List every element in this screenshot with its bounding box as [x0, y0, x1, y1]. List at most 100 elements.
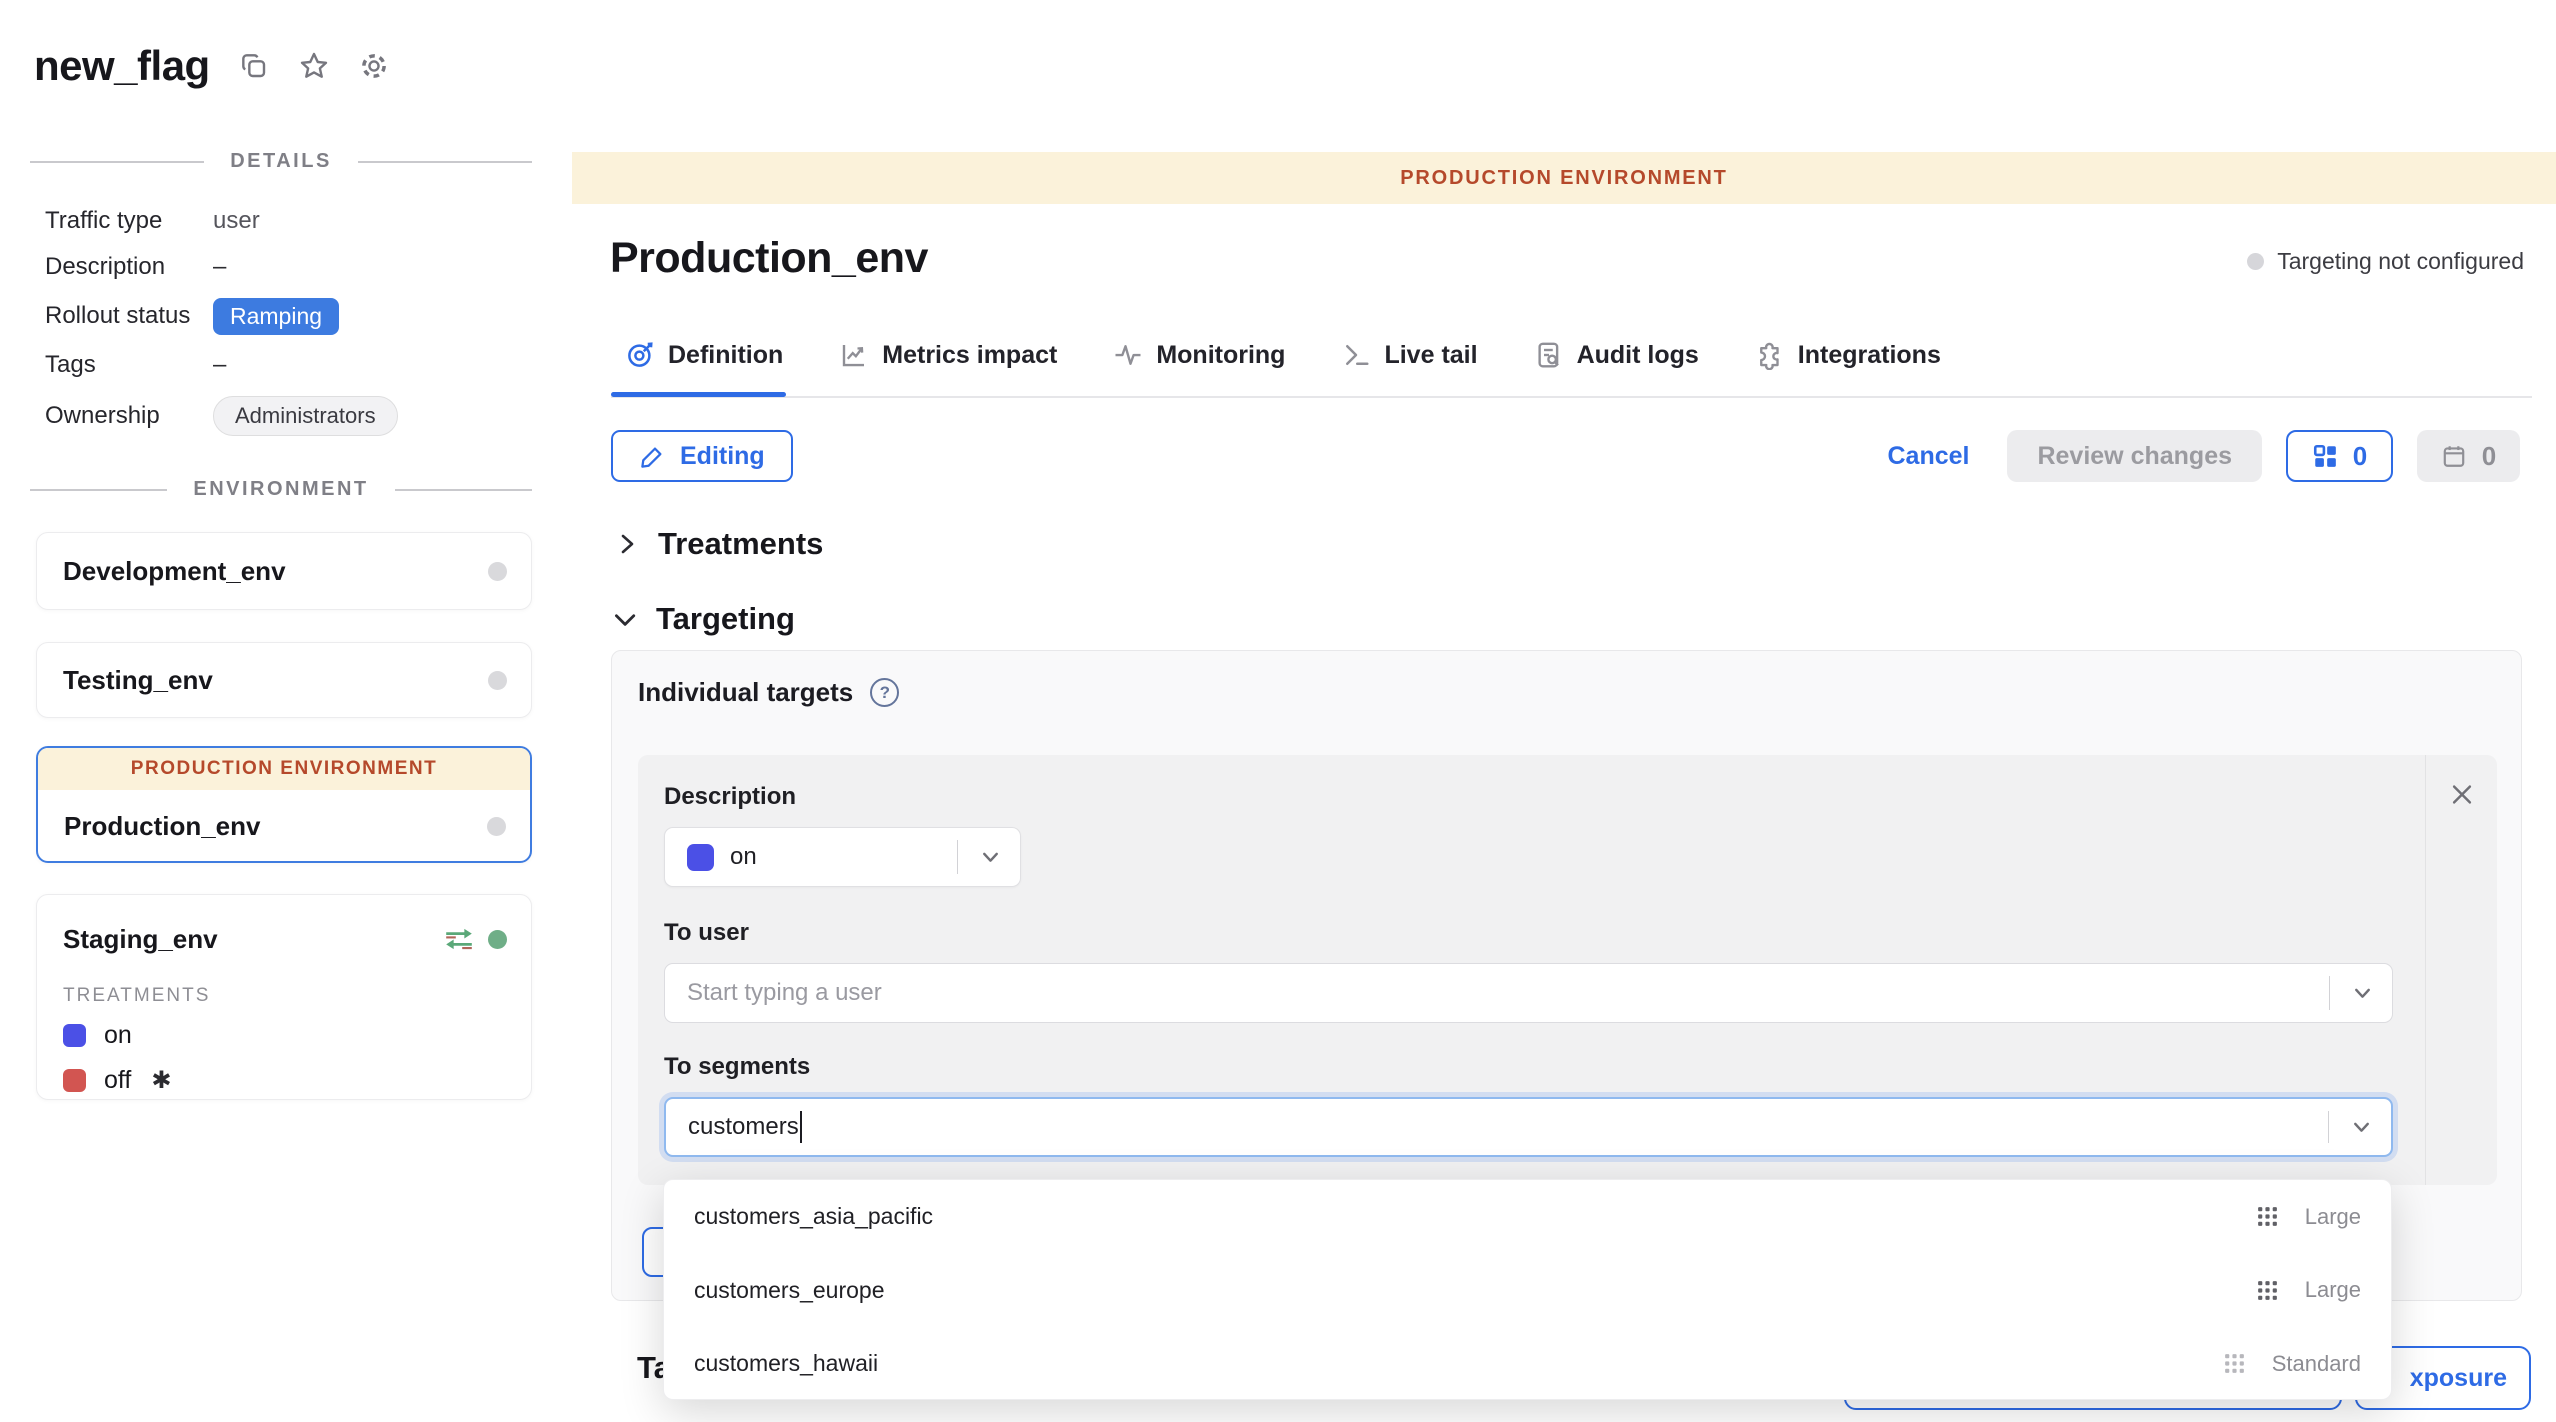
targeting-section-toggle[interactable]: Targeting — [611, 601, 795, 637]
copy-icon[interactable] — [238, 50, 270, 82]
chevron-down-icon — [2349, 1115, 2374, 1140]
segment-option-asia-pacific[interactable]: customers_asia_pacific Large — [664, 1180, 2391, 1254]
env-name: Development_env — [63, 556, 286, 587]
detail-label: Rollout status — [45, 290, 213, 342]
targeting-status: Targeting not configured — [2247, 248, 2524, 275]
env-card-testing[interactable]: Testing_env — [36, 642, 532, 718]
chart-icon — [839, 340, 869, 370]
env-card-production[interactable]: PRODUCTION ENVIRONMENT Production_env — [36, 746, 532, 863]
treatment-row-on: on — [63, 1021, 531, 1050]
env-name: Staging_env — [63, 924, 218, 955]
large-segment-icon — [2255, 1204, 2280, 1229]
cancel-button[interactable]: Cancel — [1887, 442, 1969, 471]
pulse-icon — [1113, 340, 1143, 370]
detail-value-description: – — [213, 244, 532, 290]
treatment-name: on — [104, 1021, 132, 1050]
description-label: Description — [664, 783, 2497, 811]
close-icon[interactable] — [2448, 781, 2475, 808]
changes-count-button[interactable]: 0 — [2286, 430, 2393, 482]
treatment-row-off: off ✱ — [63, 1066, 531, 1095]
to-user-input[interactable]: Start typing a user — [664, 963, 2393, 1023]
segment-size-label: Large — [2305, 1204, 2361, 1230]
tab-definition[interactable]: Definition — [625, 340, 783, 370]
pending-changes-icon — [443, 925, 475, 953]
star-icon[interactable] — [298, 50, 330, 82]
status-dot-icon — [2247, 253, 2264, 270]
production-environment-banner: PRODUCTION ENVIRONMENT — [572, 152, 2556, 204]
to-segments-input[interactable]: customers — [664, 1097, 2393, 1157]
tab-label: Monitoring — [1156, 341, 1285, 370]
tab-integrations[interactable]: Integrations — [1755, 340, 1941, 370]
detail-label: Tags — [45, 342, 213, 388]
env-card-development[interactable]: Development_env — [36, 532, 532, 610]
treatments-section-toggle[interactable]: Treatments — [615, 526, 823, 562]
detail-value-tags: – — [213, 342, 532, 388]
details-header: DETAILS — [230, 150, 332, 173]
status-text: Targeting not configured — [2277, 248, 2524, 275]
detail-value-ownership: Administrators — [213, 388, 532, 444]
segment-dropdown: customers_asia_pacific Large customers_e… — [663, 1179, 2392, 1400]
limit-exposure-label-fragment: xposure — [2410, 1364, 2507, 1393]
treatment-select[interactable]: on — [664, 827, 1021, 887]
environment-separator: ENVIRONMENT — [30, 478, 532, 501]
chevron-down-icon — [2350, 981, 2375, 1006]
tab-label: Integrations — [1798, 341, 1941, 370]
segment-size-label: Large — [2305, 1277, 2361, 1303]
changes-count: 0 — [2353, 441, 2367, 472]
review-changes-button[interactable]: Review changes — [2007, 430, 2262, 482]
section-title: Targeting — [656, 601, 795, 637]
flag-name: new_flag — [34, 42, 210, 90]
tab-label: Audit logs — [1577, 341, 1699, 370]
flag-header: new_flag — [34, 42, 390, 90]
select-divider — [2329, 976, 2331, 1010]
treatment-color-swatch — [63, 1024, 86, 1047]
select-divider — [2328, 1111, 2330, 1143]
detail-value-rollout-status: Ramping — [213, 290, 532, 342]
env-name: Testing_env — [63, 665, 213, 696]
production-env-banner: PRODUCTION ENVIRONMENT — [38, 748, 530, 790]
tab-metrics-impact[interactable]: Metrics impact — [839, 340, 1057, 370]
segment-size-label: Standard — [2272, 1351, 2361, 1377]
chevron-right-icon — [615, 532, 639, 556]
env-name: Production_env — [64, 811, 260, 842]
treatment-color-swatch — [63, 1069, 86, 1092]
banner-text: PRODUCTION ENVIRONMENT — [1400, 167, 1727, 190]
details-panel: Traffic type user Description – Rollout … — [45, 198, 532, 444]
treatment-name: off — [104, 1066, 131, 1095]
segment-option-hawaii[interactable]: customers_hawaii Standard — [664, 1327, 2391, 1400]
to-user-placeholder: Start typing a user — [687, 979, 882, 1007]
editing-label: Editing — [680, 442, 765, 471]
tab-monitoring[interactable]: Monitoring — [1113, 340, 1285, 370]
gear-icon[interactable] — [358, 50, 390, 82]
segment-name: customers_hawaii — [694, 1350, 878, 1377]
to-segments-value: customers — [688, 1113, 799, 1141]
environment-header: ENVIRONMENT — [193, 478, 368, 501]
individual-targets-row: Individual targets ? — [638, 677, 899, 708]
pencil-icon — [639, 443, 666, 470]
detail-value-traffic-type: user — [213, 198, 532, 244]
tab-bar: Definition Metrics impact Monitoring Liv… — [625, 340, 1941, 370]
segment-name: customers_europe — [694, 1277, 885, 1304]
puzzle-icon — [1755, 340, 1785, 370]
ownership-pill[interactable]: Administrators — [213, 396, 398, 436]
chevron-down-icon — [978, 845, 1003, 870]
env-card-staging[interactable]: Staging_env TREATMENTS on off ✱ — [36, 894, 532, 1100]
terminal-icon — [1341, 340, 1371, 370]
editing-button[interactable]: Editing — [611, 430, 793, 482]
tab-audit-logs[interactable]: Audit logs — [1534, 340, 1699, 370]
tab-live-tail[interactable]: Live tail — [1341, 340, 1477, 370]
treatment-color-swatch — [687, 844, 714, 871]
select-divider — [957, 840, 959, 874]
detail-label: Traffic type — [45, 198, 213, 244]
tab-label: Metrics impact — [882, 341, 1057, 370]
help-icon[interactable]: ? — [870, 678, 899, 707]
segment-option-europe[interactable]: customers_europe Large — [664, 1254, 2391, 1328]
treatment-select-value: on — [730, 843, 757, 871]
audit-doc-icon — [1534, 340, 1564, 370]
standard-segment-icon — [2222, 1351, 2247, 1376]
feature-flag-page: new_flag DETAILS Traffic type user Descr… — [0, 0, 2556, 1422]
segment-name: customers_asia_pacific — [694, 1203, 933, 1230]
env-status-dot — [488, 671, 507, 690]
scheduled-count-button[interactable]: 0 — [2417, 430, 2520, 482]
detail-label: Ownership — [45, 388, 213, 444]
